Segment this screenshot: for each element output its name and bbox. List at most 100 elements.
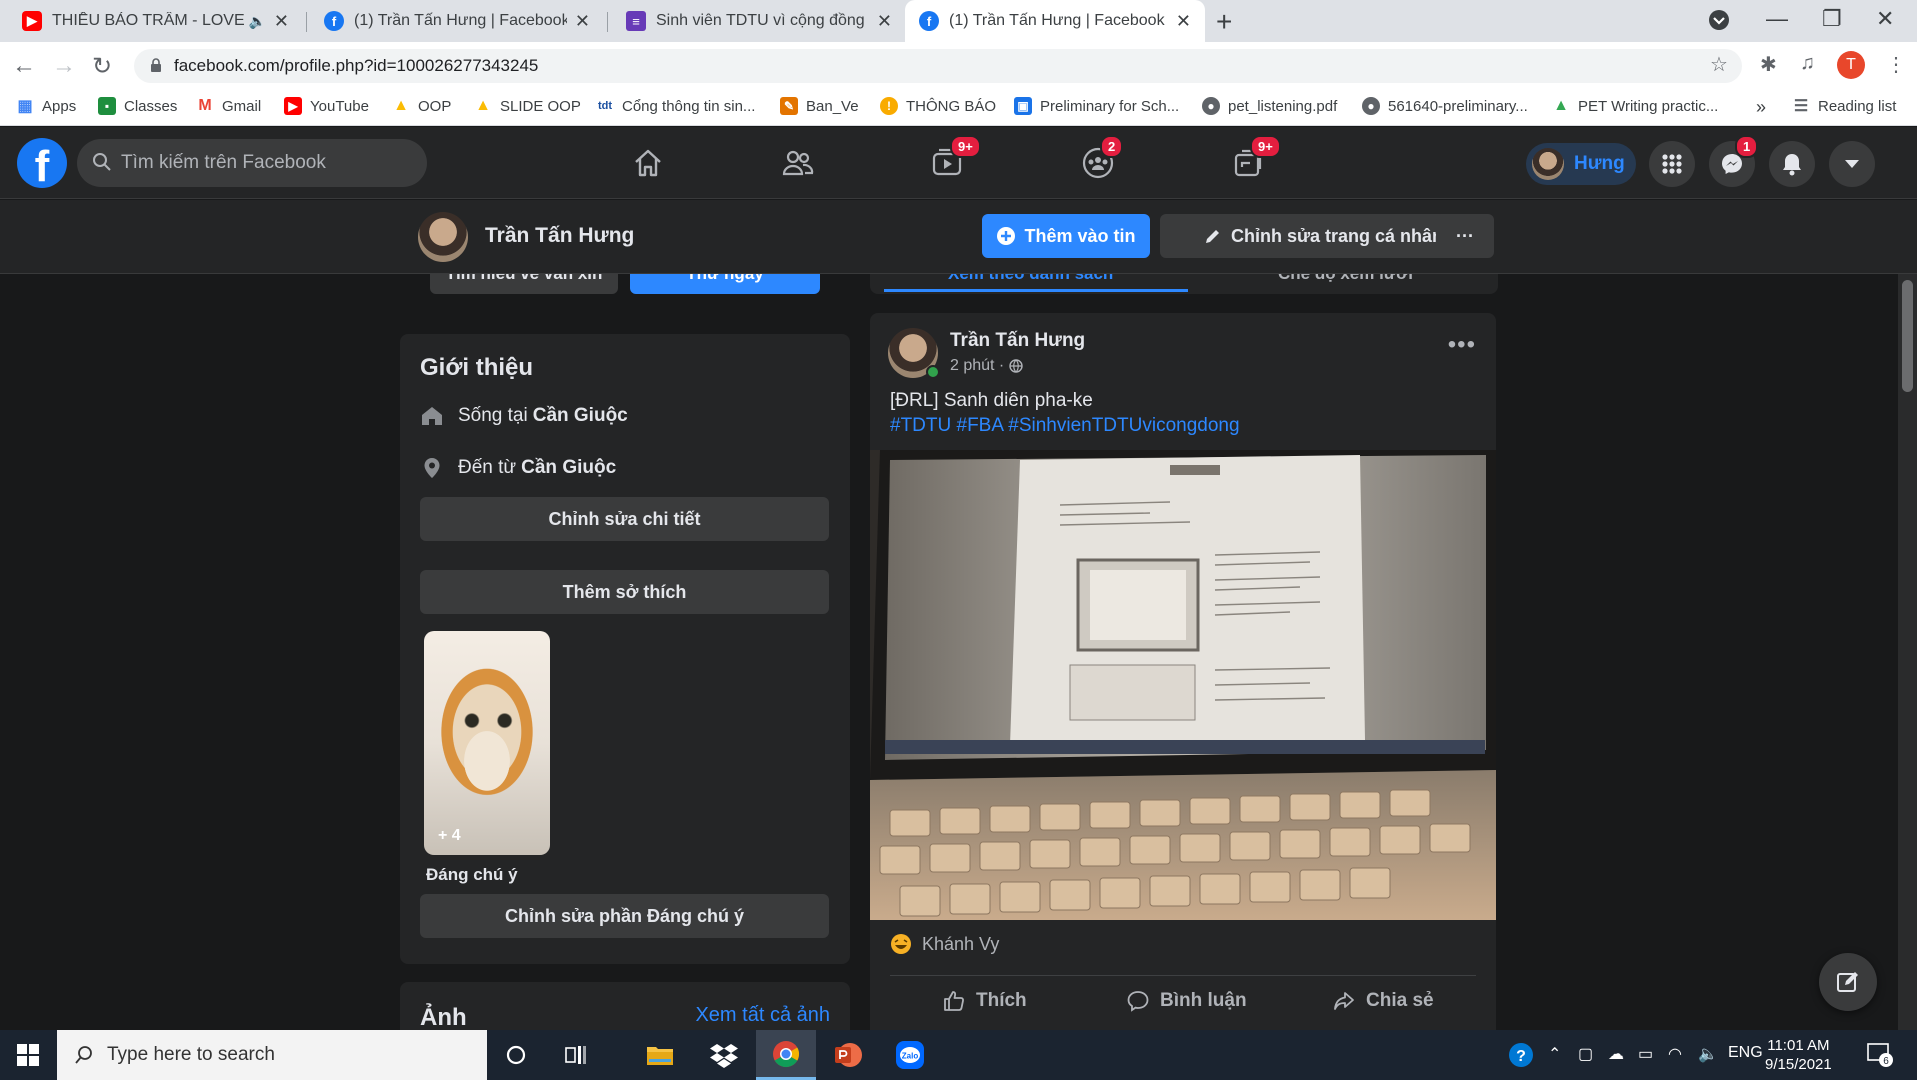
new-tab-button[interactable]: + bbox=[1216, 6, 1232, 38]
wifi-icon[interactable]: ◠ bbox=[1668, 1044, 1682, 1064]
close-icon[interactable]: ✕ bbox=[877, 11, 892, 32]
notification-center-icon[interactable]: 6 bbox=[1866, 1042, 1894, 1073]
featured-story-thumbnail[interactable]: + 4 bbox=[424, 631, 550, 855]
share-button[interactable]: Chia sẻ bbox=[1332, 989, 1434, 1013]
like-button[interactable]: Thích bbox=[942, 989, 1027, 1013]
bookmark-oop[interactable]: ▲ OOP bbox=[392, 97, 451, 115]
lives-place[interactable]: Cần Giuộc bbox=[533, 405, 628, 427]
star-icon[interactable]: ☆ bbox=[1710, 52, 1728, 77]
maximize-icon[interactable]: ❐ bbox=[1822, 6, 1842, 32]
notification-count: 6 bbox=[1883, 1056, 1889, 1067]
close-window-icon[interactable]: ✕ bbox=[1876, 6, 1894, 32]
messenger-icon[interactable]: 1 bbox=[1709, 135, 1759, 187]
post-author[interactable]: Trần Tấn Hưng bbox=[950, 330, 1085, 352]
speaker-icon[interactable]: 🔈 bbox=[248, 13, 265, 30]
gaming-icon[interactable]: 9+ bbox=[1228, 135, 1281, 183]
powerpoint-icon[interactable] bbox=[818, 1030, 878, 1080]
onedrive-cloud-icon[interactable]: ☁ bbox=[1608, 1044, 1624, 1064]
extensions-icon[interactable]: ✱ bbox=[1760, 52, 1777, 77]
tab-youtube[interactable]: ▶ THIỀU BẢO TRÂM - LOVE RO 🔈 ✕ bbox=[8, 0, 303, 42]
notifications-bell-icon[interactable] bbox=[1769, 141, 1815, 187]
user-profile-shortcut[interactable]: Hưng bbox=[1526, 143, 1636, 185]
account-dropdown-icon[interactable] bbox=[1829, 141, 1875, 187]
post-photo[interactable] bbox=[870, 450, 1496, 920]
language-indicator[interactable]: ENG bbox=[1728, 1044, 1763, 1062]
dropbox-icon[interactable] bbox=[694, 1030, 754, 1080]
bookmarks-overflow-icon[interactable]: » bbox=[1756, 97, 1766, 118]
page-scrollbar[interactable] bbox=[1898, 274, 1917, 1030]
bookmark-561640[interactable]: ● 561640-preliminary... bbox=[1362, 97, 1528, 115]
profile-avatar[interactable] bbox=[418, 212, 468, 262]
menu-grid-icon[interactable] bbox=[1649, 141, 1695, 187]
back-icon[interactable]: ← bbox=[12, 52, 36, 80]
from-place[interactable]: Cần Giuộc bbox=[521, 457, 616, 479]
bookmark-pet-listening[interactable]: ● pet_listening.pdf bbox=[1202, 97, 1337, 115]
facebook-search-input[interactable]: Tìm kiếm trên Facebook bbox=[77, 139, 427, 187]
tab-facebook-1[interactable]: f (1) Trần Tấn Hưng | Facebook ✕ bbox=[310, 0, 604, 42]
add-to-story-button[interactable]: Thêm vào tin bbox=[982, 214, 1150, 258]
post-hashtags[interactable]: #TDTU #FBA #SinhvienTDTUvicongdong bbox=[890, 413, 1240, 438]
task-view-icon[interactable] bbox=[546, 1030, 606, 1080]
profile-avatar[interactable]: T bbox=[1837, 51, 1865, 79]
close-icon[interactable]: ✕ bbox=[575, 11, 590, 32]
comment-button[interactable]: Bình luận bbox=[1126, 989, 1247, 1013]
edit-details-button[interactable]: Chỉnh sửa chi tiết bbox=[420, 497, 829, 541]
more-options-button[interactable]: ··· bbox=[1436, 214, 1494, 258]
cortana-icon[interactable] bbox=[486, 1030, 546, 1080]
tab-search-icon[interactable] bbox=[1708, 9, 1730, 37]
reaction-summary[interactable]: Khánh Vy bbox=[890, 933, 999, 955]
device-icon[interactable]: ▢ bbox=[1578, 1044, 1593, 1064]
friends-icon[interactable] bbox=[778, 143, 818, 183]
facebook-logo-icon[interactable]: f bbox=[17, 138, 67, 188]
scrollbar-thumb[interactable] bbox=[1902, 280, 1913, 392]
home-icon[interactable] bbox=[628, 143, 668, 183]
groups-icon[interactable]: 2 bbox=[1078, 135, 1124, 183]
watch-badge: 9+ bbox=[950, 135, 981, 158]
zalo-icon[interactable]: Zalo bbox=[880, 1030, 940, 1080]
learn-button-peek[interactable]: Tìm hiểu về vấn xin bbox=[430, 274, 618, 294]
bookmark-pet-writing[interactable]: ▲ PET Writing practic... bbox=[1552, 97, 1718, 115]
windows-taskbar: Type here to search Zalo ? ⌃ ▢ ☁ ▭ ◠ 🔈 E… bbox=[0, 1030, 1917, 1080]
bookmark-thong-bao[interactable]: ! THÔNG BÁO bbox=[880, 97, 996, 115]
close-icon[interactable]: ✕ bbox=[274, 11, 289, 32]
menu-icon[interactable]: ⋮ bbox=[1886, 52, 1906, 77]
add-hobbies-button[interactable]: Thêm sở thích bbox=[420, 570, 829, 614]
bookmark-cong-thong-tin[interactable]: tdt Cổng thông tin sin... bbox=[596, 97, 755, 115]
pencil-icon bbox=[1205, 230, 1219, 243]
media-icon[interactable]: ♫ bbox=[1800, 52, 1815, 75]
close-icon[interactable]: ✕ bbox=[1176, 11, 1191, 32]
minimize-icon[interactable]: — bbox=[1766, 6, 1788, 32]
post-time[interactable]: 2 phút · bbox=[950, 357, 1004, 375]
reload-icon[interactable]: ↻ bbox=[92, 52, 112, 81]
tab-facebook-active[interactable]: f (1) Trần Tấn Hưng | Facebook ✕ bbox=[905, 0, 1205, 42]
windows-start-icon[interactable] bbox=[0, 1030, 56, 1080]
bookmark-ban-ve[interactable]: ✎ Ban_Ve bbox=[780, 97, 859, 115]
tab-forms[interactable]: ≡ Sinh viên TDTU vì cộng đồng ✕ bbox=[612, 0, 906, 42]
watch-icon[interactable]: 9+ bbox=[928, 135, 981, 183]
tab-grid-view[interactable]: Chế độ xem lưới bbox=[1278, 274, 1413, 284]
forward-icon[interactable]: → bbox=[52, 52, 76, 80]
file-explorer-icon[interactable] bbox=[630, 1030, 690, 1080]
new-message-button[interactable] bbox=[1819, 953, 1877, 1011]
tab-list-view[interactable]: Xem theo danh sách bbox=[948, 274, 1113, 284]
show-hidden-icons-chevron-icon[interactable]: ⌃ bbox=[1548, 1044, 1561, 1064]
profile-name[interactable]: Trần Tấn Hưng bbox=[485, 224, 634, 248]
post-options-icon[interactable]: ••• bbox=[1448, 331, 1476, 359]
url-field[interactable]: facebook.com/profile.php?id=100026277343… bbox=[134, 49, 1742, 83]
chrome-taskbar-icon[interactable] bbox=[756, 1030, 816, 1080]
taskbar-search-input[interactable]: Type here to search bbox=[57, 1030, 487, 1080]
volume-icon[interactable]: 🔈 bbox=[1698, 1044, 1718, 1064]
bookmark-gmail[interactable]: M Gmail bbox=[196, 97, 261, 115]
try-now-button-peek[interactable]: Thử ngay bbox=[630, 274, 820, 294]
bookmark-slide-oop[interactable]: ▲ SLIDE OOP bbox=[474, 97, 581, 115]
bookmark-classes[interactable]: ▪ Classes bbox=[98, 97, 177, 115]
see-all-photos-link[interactable]: Xem tất cả ảnh bbox=[695, 1004, 830, 1027]
battery-icon[interactable]: ▭ bbox=[1638, 1044, 1653, 1064]
taskbar-clock[interactable]: 11:01 AM 9/15/2021 bbox=[1765, 1036, 1832, 1074]
bookmark-preliminary[interactable]: ▣ Preliminary for Sch... bbox=[1014, 97, 1179, 115]
bookmark-apps[interactable]: ▦ Apps bbox=[16, 97, 76, 116]
bookmark-youtube[interactable]: ▶ YouTube bbox=[284, 97, 369, 115]
help-icon[interactable]: ? bbox=[1508, 1041, 1536, 1074]
edit-featured-button[interactable]: Chỉnh sửa phần Đáng chú ý bbox=[420, 894, 829, 938]
reading-list[interactable]: ☰ Reading list bbox=[1792, 97, 1897, 116]
